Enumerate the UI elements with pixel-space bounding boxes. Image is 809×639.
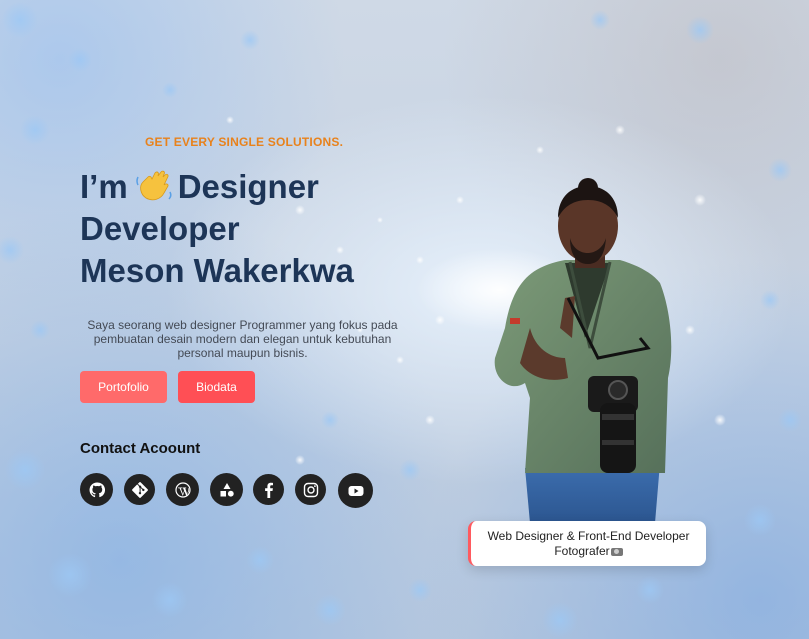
heading-im: I’m xyxy=(80,168,128,205)
heading-line-1: I’m Designer xyxy=(80,166,354,208)
git-link[interactable] xyxy=(124,474,155,505)
social-links xyxy=(80,473,383,508)
hero-heading: I’m Designer Developer Meson Wakerkwa xyxy=(80,166,354,292)
profile-photo xyxy=(494,178,672,523)
youtube-icon xyxy=(348,485,363,496)
contact-title: Contact Acoount xyxy=(80,440,201,457)
biodata-button[interactable]: Biodata xyxy=(178,371,255,403)
eyebrow-text: GET EVERY SINGLE SOLUTIONS. xyxy=(145,135,344,149)
facebook-icon xyxy=(264,482,273,498)
youtube-link[interactable] xyxy=(338,473,373,508)
instagram-link[interactable] xyxy=(295,474,326,505)
wordpress-icon xyxy=(174,481,191,498)
role-line-2-wrapper: Fotografer xyxy=(471,544,706,559)
facebook-link[interactable] xyxy=(253,474,284,505)
github-icon xyxy=(89,481,105,497)
heading-designer: Designer xyxy=(177,168,319,205)
wordpress-link[interactable] xyxy=(166,473,199,506)
waving-hand-icon xyxy=(134,168,174,204)
instagram-icon xyxy=(303,482,318,497)
heading-line-2: Developer xyxy=(80,210,240,247)
shapes-icon xyxy=(220,482,234,497)
github-link[interactable] xyxy=(80,473,113,506)
camera-icon xyxy=(610,547,623,556)
role-line-1: Web Designer & Front-End Developer xyxy=(487,528,690,543)
shapes-link[interactable] xyxy=(210,473,243,506)
portfolio-button[interactable]: Portofolio xyxy=(80,371,167,403)
git-icon xyxy=(131,481,148,498)
intro-paragraph: Saya seorang web designer Programmer yan… xyxy=(87,318,398,360)
role-card: Web Designer & Front-End Developer Fotog… xyxy=(468,521,706,566)
heading-line-3: Meson Wakerkwa xyxy=(80,252,354,289)
role-line-2: Fotografer xyxy=(554,543,610,558)
